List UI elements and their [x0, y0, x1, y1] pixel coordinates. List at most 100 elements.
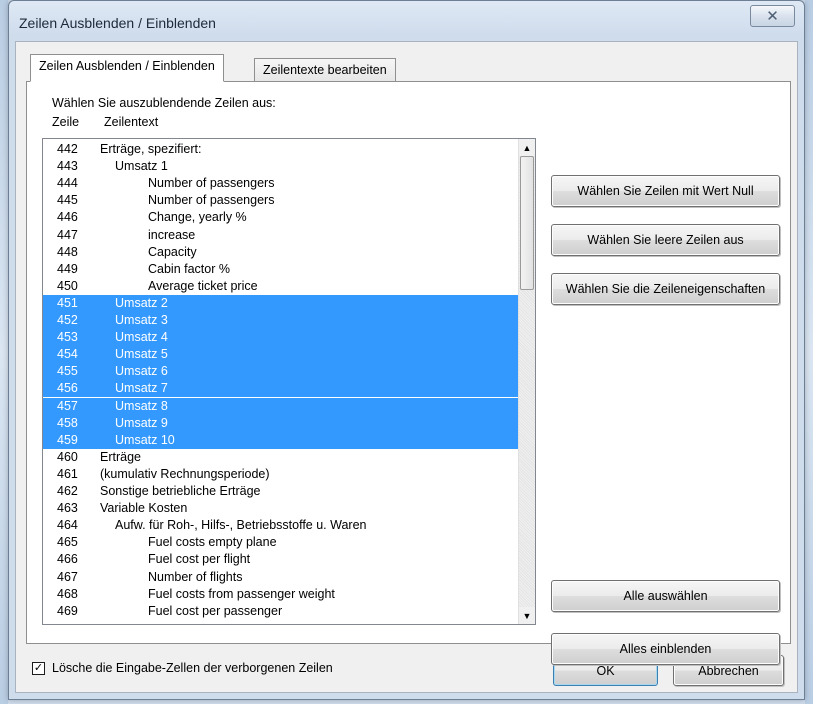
- list-row[interactable]: 451 Umsatz 2: [43, 294, 518, 312]
- list-row[interactable]: 448 Capacity: [43, 244, 518, 261]
- list-row-number: 447: [57, 227, 78, 242]
- delete-input-cells-label: Lösche die Eingabe-Zellen der verborgene…: [52, 661, 333, 675]
- list-row-text: Cabin factor %: [148, 261, 230, 276]
- tab-label: Zeilen Ausblenden / Einblenden: [39, 59, 215, 73]
- dialog-window: Zeilen Ausblenden / Einblenden ✕ Zeilen …: [8, 0, 805, 700]
- list-row-number: 451: [57, 295, 78, 310]
- list-row-text: Number of passengers: [148, 176, 275, 191]
- list-row-text: Variable Kosten: [100, 501, 188, 516]
- list-row-number: 463: [57, 501, 78, 516]
- list-row[interactable]: 461 (kumulativ Rechnungsperiode): [43, 466, 518, 483]
- list-row-number: 445: [57, 193, 78, 208]
- select-row-properties-button[interactable]: Wählen Sie die Zeileneigenschaften: [551, 273, 780, 305]
- show-all-button[interactable]: Alles einblenden: [551, 633, 780, 665]
- list-row-number: 469: [57, 603, 78, 618]
- list-row-text: Umsatz 7: [115, 381, 168, 396]
- select-zero-rows-button[interactable]: Wählen Sie Zeilen mit Wert Null: [551, 175, 780, 207]
- close-button[interactable]: ✕: [750, 5, 795, 27]
- list-row-number: 454: [57, 347, 78, 362]
- list-row[interactable]: 464 Aufw. für Roh-, Hilfs-, Betriebsstoff…: [43, 517, 518, 534]
- list-row[interactable]: 454 Umsatz 5: [43, 346, 518, 364]
- close-icon: ✕: [766, 8, 779, 25]
- list-row-text: Erträge: [100, 449, 141, 464]
- list-row-text: Umsatz 2: [115, 295, 168, 310]
- list-row-text: Number of flights: [148, 569, 243, 584]
- list-row[interactable]: 457 Umsatz 8: [43, 397, 518, 415]
- desktop-background-left: [0, 0, 8, 704]
- list-row[interactable]: 455 Umsatz 6: [43, 363, 518, 381]
- list-row[interactable]: 447 increase: [43, 227, 518, 244]
- list-row[interactable]: 465 Fuel costs empty plane: [43, 534, 518, 551]
- list-row-number: 466: [57, 552, 78, 567]
- row-listbox[interactable]: 469 Fuel cost per passenger 468 Fuel costs …: [42, 138, 536, 625]
- list-row-number: 450: [57, 278, 78, 293]
- desktop-background-right: [805, 0, 813, 704]
- list-row[interactable]: 460 Erträge: [43, 449, 518, 466]
- vertical-scrollbar[interactable]: ▲ ▼: [518, 139, 535, 624]
- list-row-text: Fuel costs from passenger weight: [148, 586, 335, 601]
- list-row-number: 455: [57, 364, 78, 379]
- instruction-label: Wählen Sie auszublendende Zeilen aus:: [52, 96, 276, 110]
- list-row-number: 465: [57, 535, 78, 550]
- list-row[interactable]: 469 Fuel cost per passenger: [43, 603, 518, 620]
- list-row[interactable]: 462 Sonstige betriebliche Erträge: [43, 483, 518, 500]
- list-row-number: 444: [57, 176, 78, 191]
- list-row[interactable]: 444 Number of passengers: [43, 175, 518, 192]
- list-row-number: 453: [57, 330, 78, 345]
- list-row[interactable]: 453 Umsatz 4: [43, 329, 518, 347]
- list-row-text: Umsatz 5: [115, 347, 168, 362]
- list-row-text: Fuel costs empty plane: [148, 535, 277, 550]
- list-row[interactable]: 466 Fuel cost per flight: [43, 551, 518, 568]
- list-row-text: Fuel cost per flight: [148, 552, 251, 567]
- list-row-number: 461: [57, 466, 78, 481]
- list-row-number: 452: [57, 313, 78, 327]
- scrollbar-thumb[interactable]: [520, 156, 534, 290]
- list-row-number: 457: [57, 398, 78, 413]
- select-empty-rows-button[interactable]: Wählen Sie leere Zeilen aus: [551, 224, 780, 256]
- list-row-number: 458: [57, 415, 78, 430]
- list-row[interactable]: 442 Erträge, spezifiert:: [43, 141, 518, 158]
- column-header-row: Zeile: [52, 115, 80, 129]
- list-row-number: 456: [57, 381, 78, 396]
- list-row[interactable]: 443 Umsatz 1: [43, 158, 518, 175]
- list-row-number: 448: [57, 244, 78, 259]
- list-row[interactable]: 445 Number of passengers: [43, 192, 518, 209]
- list-row-number: 464: [57, 518, 78, 533]
- list-row-text: Erträge, spezifiert:: [100, 142, 202, 156]
- list-row-text: Umsatz 1: [115, 159, 168, 174]
- scroll-up-arrow-icon[interactable]: ▲: [519, 139, 535, 156]
- list-row[interactable]: 459 Umsatz 10: [43, 431, 518, 449]
- column-header-text: Zeilentext: [104, 115, 159, 129]
- list-row[interactable]: 456 Umsatz 7: [43, 380, 518, 398]
- tab-edit-row-texts[interactable]: Zeilentexte bearbeiten: [254, 58, 396, 82]
- list-row-number: 460: [57, 449, 78, 464]
- tab-hide-show-rows[interactable]: Zeilen Ausblenden / Einblenden: [30, 54, 224, 82]
- list-row-text: (kumulativ Rechnungsperiode): [100, 466, 270, 481]
- dialog-client-area: Zeilen Ausblenden / Einblenden Zeilentex…: [15, 41, 798, 693]
- list-row[interactable]: 450 Average ticket price: [43, 278, 518, 295]
- list-row[interactable]: 458 Umsatz 9: [43, 414, 518, 432]
- list-row[interactable]: 449 Cabin factor %: [43, 261, 518, 278]
- list-row-text: Aufw. für Roh-, Hilfs-, Betriebsstoffe u…: [115, 518, 367, 533]
- delete-input-cells-checkbox[interactable]: ✓: [32, 662, 45, 675]
- list-row-number: 462: [57, 484, 78, 498]
- list-row[interactable]: 446 Change, yearly %: [43, 209, 518, 226]
- scroll-down-arrow-icon[interactable]: ▼: [519, 607, 535, 624]
- tab-panel: Wählen Sie auszublendende Zeilen aus: Ze…: [26, 81, 791, 665]
- list-row-text: Umsatz 4: [115, 330, 168, 345]
- list-row[interactable]: 452 Umsatz 3: [43, 312, 518, 329]
- list-row-text: Sonstige betriebliche Erträge: [100, 484, 261, 498]
- select-all-button[interactable]: Alle auswählen: [551, 580, 780, 612]
- list-row-text: Capacity: [148, 244, 197, 259]
- list-row-text: increase: [148, 227, 196, 242]
- list-row-text: Umsatz 6: [115, 364, 168, 379]
- list-row-text: Average ticket price: [148, 278, 258, 293]
- list-row[interactable]: 467 Number of flights: [43, 569, 518, 586]
- list-row[interactable]: 468 Fuel costs from passenger weight: [43, 586, 518, 603]
- list-row-text: Change, yearly %: [148, 210, 247, 225]
- list-row-number: 459: [57, 432, 78, 447]
- list-row-number: 446: [57, 210, 78, 225]
- list-row[interactable]: 463 Variable Kosten: [43, 500, 518, 517]
- list-row-number: 442: [57, 142, 78, 156]
- list-row-text: Fuel cost per passenger: [148, 603, 283, 618]
